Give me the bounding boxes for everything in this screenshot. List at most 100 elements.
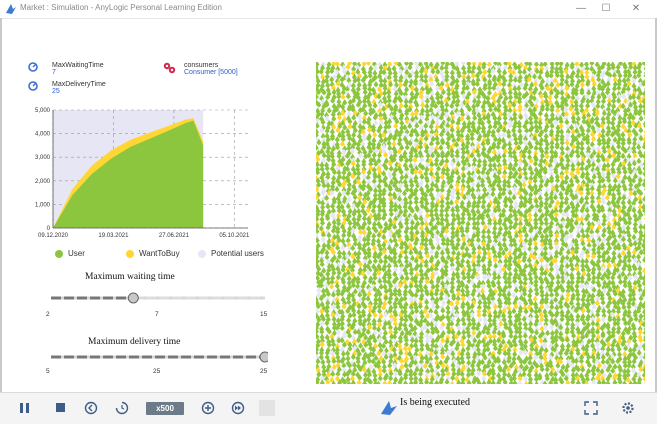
agent-marker (379, 283, 384, 290)
slider-max-label: 15 (260, 311, 267, 318)
agent-marker (362, 62, 367, 67)
agent-marker (486, 250, 491, 257)
agent-marker (408, 199, 413, 206)
agent-marker (460, 257, 465, 264)
agent-marker (584, 73, 589, 80)
agent-marker (366, 174, 371, 181)
legend-label: User (68, 249, 85, 258)
slider-knob[interactable] (260, 352, 268, 362)
agent-marker (559, 80, 564, 87)
param-max-delivery[interactable]: MaxDeliveryTime 25 (52, 81, 106, 95)
agent-marker (549, 303, 554, 310)
legend-swatch (198, 250, 206, 258)
agent-marker (545, 77, 550, 84)
agent-marker (451, 211, 456, 218)
param-max-waiting[interactable]: MaxWaitingTime 7 (52, 62, 104, 76)
agent-simulation-area[interactable] (316, 62, 645, 384)
agent-marker (507, 250, 512, 256)
agent-marker (487, 89, 492, 96)
agent-marker (419, 225, 424, 232)
agent-marker (576, 115, 581, 122)
agent-marker (563, 106, 568, 113)
agent-marker (642, 62, 645, 66)
agent-marker (434, 380, 439, 384)
legend-item-potential-users: Potential users (198, 249, 264, 258)
slider-knob[interactable] (128, 293, 138, 303)
agent-marker (517, 127, 522, 133)
agent-marker (382, 90, 387, 97)
close-button[interactable]: ✕ (624, 1, 648, 17)
agent-marker (492, 162, 497, 169)
window-title: Market : Simulation - AnyLogic Personal … (20, 3, 222, 12)
max-waiting-slider[interactable] (48, 291, 268, 305)
agent-marker (545, 105, 550, 112)
agent-marker (559, 62, 564, 66)
agent-marker (528, 320, 533, 327)
agent-marker (549, 265, 554, 272)
agent-marker (435, 139, 440, 146)
agent-marker (589, 62, 594, 66)
agent-marker (388, 328, 393, 335)
slider-max-label: 25 (260, 368, 267, 375)
agent-marker (542, 308, 547, 315)
agent-marker (393, 320, 398, 327)
legend-swatch (55, 250, 63, 258)
x-tick-label: 19.03.2021 (98, 233, 129, 239)
agent-marker (586, 127, 591, 134)
agent-marker (528, 287, 533, 294)
agent-marker (450, 233, 455, 240)
x-tick-label: 05.10.2021 (219, 233, 250, 239)
agent-marker (439, 211, 444, 218)
agent-marker (362, 173, 367, 180)
agent-marker (435, 123, 440, 130)
agent-marker (632, 68, 637, 75)
agent-marker (621, 103, 626, 110)
agent-marker (501, 131, 506, 138)
agent-marker (378, 375, 383, 382)
agent-marker (366, 62, 371, 66)
agent-marker (352, 311, 357, 318)
agent-marker (377, 308, 382, 315)
minimize-button[interactable]: — (569, 1, 593, 17)
agent-marker (460, 287, 465, 294)
agent-marker (446, 308, 451, 315)
agent-marker (476, 287, 481, 294)
max-delivery-slider[interactable] (48, 350, 268, 364)
maximize-button[interactable]: ☐ (594, 1, 618, 17)
stacked-area-chart: 01,0002,0003,0004,0005,00009.12.202019.0… (28, 100, 278, 245)
agent-marker (404, 102, 409, 109)
agent-marker (340, 140, 345, 147)
agent-marker (482, 274, 487, 281)
agent-marker (420, 101, 425, 108)
agent-marker (569, 232, 574, 239)
param-name: MaxWaitingTime (52, 62, 104, 69)
agent-marker (487, 72, 492, 79)
agent-marker (377, 183, 382, 190)
agent-marker (481, 198, 486, 205)
agent-marker (508, 224, 513, 231)
consumers-population[interactable]: consumers Consumer [5000] (184, 62, 238, 76)
agent-marker (373, 81, 378, 88)
x-tick-label: 27.06.2021 (159, 233, 190, 239)
agent-marker (377, 107, 382, 114)
agent-marker (403, 380, 408, 384)
agent-marker (399, 102, 404, 109)
y-tick-label: 5,000 (35, 108, 51, 114)
agent-marker (533, 224, 538, 231)
slider-mid-label: 7 (155, 311, 159, 318)
y-tick-label: 1,000 (35, 202, 51, 208)
agent-marker (414, 86, 419, 93)
agent-marker (356, 208, 361, 215)
agent-marker (388, 375, 393, 382)
param-value: 7 (52, 69, 104, 76)
agent-marker (596, 316, 601, 323)
agent-marker (591, 278, 596, 285)
agent-marker (600, 332, 605, 339)
agent-marker (538, 194, 543, 201)
agent-marker (590, 198, 595, 205)
agent-marker (388, 149, 393, 156)
agent-marker (590, 320, 595, 327)
agent-marker (498, 225, 503, 231)
agent-marker (492, 229, 497, 236)
agent-marker (408, 249, 413, 256)
